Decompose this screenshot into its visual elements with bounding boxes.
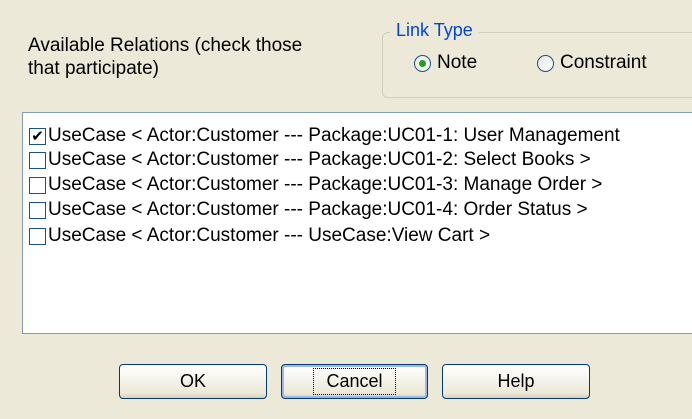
help-button[interactable]: Help [442,364,590,399]
help-button-label: Help [497,371,535,391]
radio-constraint-label: Constraint [560,52,647,73]
radio-selected-dot [419,59,426,67]
instructions-label: Available Relations (check those that pa… [28,35,303,79]
list-item-label: UseCase < Actor:Customer --- Package:UC0… [48,174,603,195]
list-item-label: UseCase < Actor:Customer --- UseCase:Vie… [48,225,491,246]
link-type-title: Link Type [390,20,479,41]
cancel-button-label: Cancel [313,368,396,395]
list-item[interactable]: UseCase < Actor:Customer --- UseCase:Vie… [29,224,490,248]
list-item[interactable]: UseCase < Actor:Customer --- Package:UC0… [29,173,602,197]
checkbox[interactable] [29,227,46,245]
checkbox[interactable]: ✔ [29,127,46,145]
ok-button-label: OK [179,371,206,391]
list-item[interactable]: UseCase < Actor:Customer --- Package:UC0… [29,198,588,222]
checkbox[interactable] [29,176,46,194]
cancel-button[interactable]: Cancel [281,364,428,399]
radio-note[interactable]: Note [414,52,477,74]
radio-constraint[interactable]: Constraint [537,52,647,74]
checkbox[interactable] [29,151,46,169]
list-item[interactable]: UseCase < Actor:Customer --- Package:UC0… [29,148,591,172]
list-item-label: UseCase < Actor:Customer --- Package:UC0… [48,199,588,220]
ok-button[interactable]: OK [119,364,267,399]
radio-note-label: Note [437,52,478,73]
list-item-label: UseCase < Actor:Customer --- Package:UC0… [48,149,591,170]
list-item-label: UseCase < Actor:Customer --- Package:UC0… [48,125,620,146]
relations-listbox[interactable]: ✔ UseCase < Actor:Customer --- Package:U… [22,112,692,334]
checkbox[interactable] [29,201,46,219]
radio-constraint-indicator[interactable] [537,54,554,72]
radio-note-indicator[interactable] [414,54,431,72]
list-item[interactable]: ✔ UseCase < Actor:Customer --- Package:U… [29,124,620,148]
